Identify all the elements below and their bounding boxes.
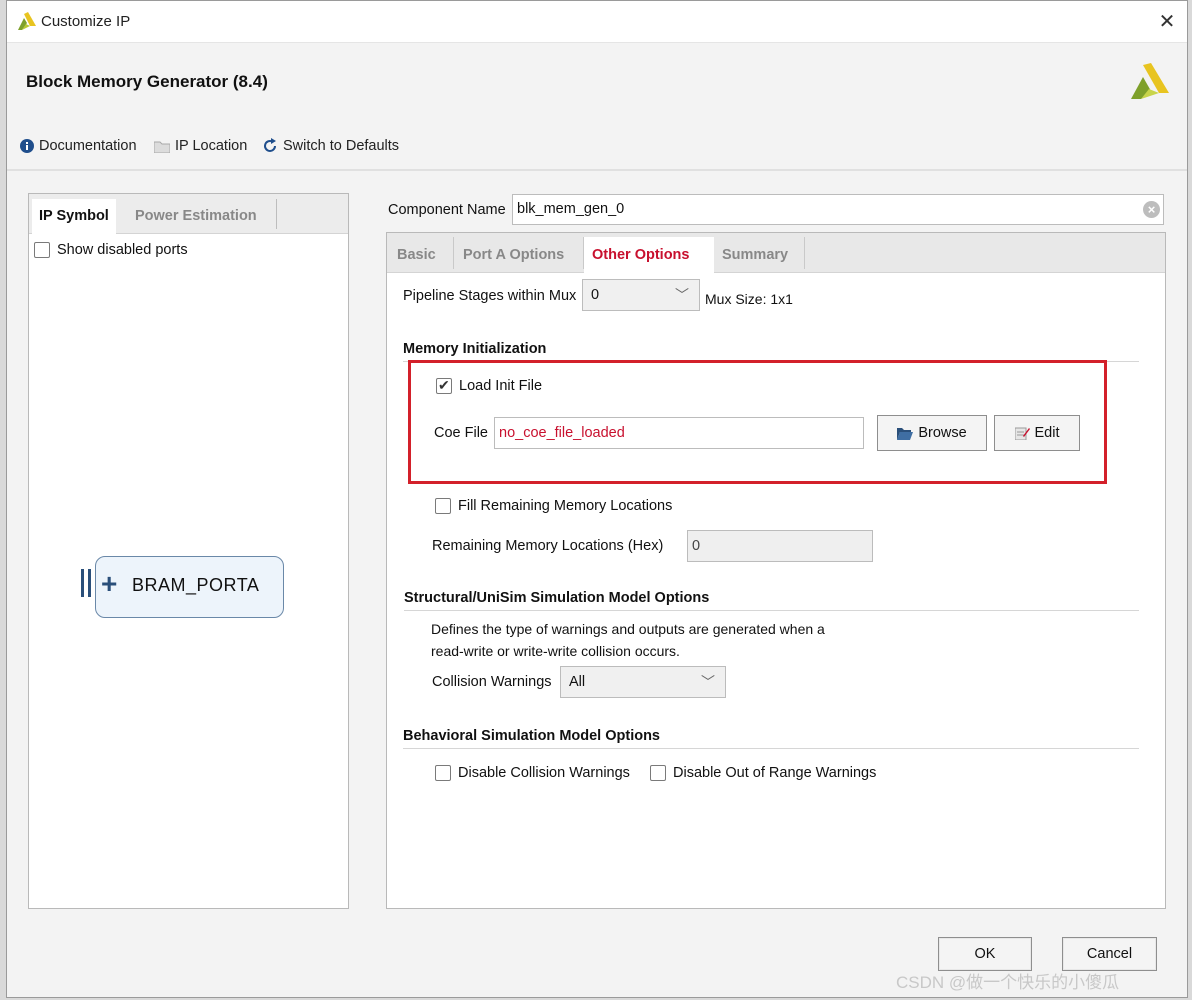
edit-button[interactable]: Edit [994,415,1080,451]
ip-location-label: IP Location [175,138,248,154]
tab-basic[interactable]: Basic [389,237,444,273]
close-icon[interactable]: ✕ [1154,9,1180,35]
tab-separator [804,237,805,269]
open-folder-icon [897,427,914,440]
memory-initialization-title: Memory Initialization [403,341,547,357]
pipeline-stages-select[interactable]: 0 ﹀ [582,279,700,311]
port-connector-icon [81,569,91,597]
options-tab-bar: Basic Port A Options Other Options Summa… [387,233,1165,273]
coe-file-input[interactable]: no_coe_file_loaded [494,417,864,449]
remaining-memory-label: Remaining Memory Locations (Hex) [432,538,664,554]
edit-document-icon [1014,427,1030,440]
show-disabled-ports-option[interactable]: Show disabled ports [34,242,188,258]
bram-porta-label: BRAM_PORTA [132,575,260,595]
ok-button[interactable]: OK [938,937,1032,971]
behavioral-simulation-title: Behavioral Simulation Model Options [403,728,660,744]
disable-collision-option[interactable]: Disable Collision Warnings [435,765,630,781]
load-init-file-option[interactable]: Load Init File [436,377,543,394]
bram-porta-port[interactable]: + BRAM_PORTA [95,556,284,618]
remaining-memory-input[interactable]: 0 [687,530,873,562]
switch-to-defaults-button[interactable]: Switch to Defaults [262,137,399,155]
info-icon [20,139,34,153]
load-init-file-label: Load Init File [459,378,543,394]
tab-power-estimation[interactable]: Power Estimation [128,199,264,234]
component-name-input[interactable]: blk_mem_gen_0 [512,194,1164,225]
expand-plus-icon[interactable]: + [101,569,117,599]
fill-remaining-checkbox[interactable] [435,498,451,514]
tab-port-a-options[interactable]: Port A Options [455,237,572,273]
mux-size-text: Mux Size: 1x1 [705,291,793,307]
title-bar: Customize IP ✕ [7,1,1187,43]
edit-label: Edit [1034,425,1060,441]
component-name-label: Component Name [388,202,506,218]
disable-out-of-range-checkbox[interactable] [650,765,666,781]
show-disabled-ports-checkbox[interactable] [34,242,50,258]
pipeline-stages-label: Pipeline Stages within Mux [403,288,577,304]
browse-label: Browse [918,425,967,441]
pipeline-stages-value: 0 [591,287,600,303]
tab-other-options[interactable]: Other Options [584,237,714,273]
left-tab-bar: IP Symbol Power Estimation [29,194,348,234]
folder-icon [154,141,170,153]
disable-out-of-range-option[interactable]: Disable Out of Range Warnings [650,765,876,781]
tab-summary[interactable]: Summary [714,237,796,273]
disable-out-of-range-label: Disable Out of Range Warnings [673,765,877,781]
collision-warnings-select[interactable]: All ﹀ [560,666,726,698]
window-title: Customize IP [41,13,131,30]
section-divider [403,748,1139,749]
chevron-down-icon: ﹀ [701,674,715,690]
xilinx-brand-logo-icon [1131,63,1169,99]
collision-warnings-value: All [569,674,586,690]
disable-collision-label: Disable Collision Warnings [458,765,630,781]
options-panel: Basic Port A Options Other Options Summa… [386,232,1166,909]
tab-separator [453,237,454,269]
fill-remaining-label: Fill Remaining Memory Locations [458,498,673,514]
toolbar-divider [7,169,1187,171]
customize-ip-dialog: Customize IP ✕ Block Memory Generator (8… [6,0,1188,998]
coe-file-label: Coe File [434,425,488,441]
ip-location-button[interactable]: IP Location [154,137,247,155]
structural-description-line-2: read-write or write-write collision occu… [431,643,680,659]
ok-label: OK [974,946,996,962]
vivado-logo-icon [18,12,36,30]
load-init-file-checkbox[interactable] [436,377,452,394]
ip-symbol-panel: IP Symbol Power Estimation Show disabled… [28,193,349,909]
switch-to-defaults-label: Switch to Defaults [283,138,400,154]
disable-collision-checkbox[interactable] [435,765,451,781]
tab-ip-symbol[interactable]: IP Symbol [32,199,116,234]
show-disabled-ports-label: Show disabled ports [57,242,188,258]
documentation-label: Documentation [39,138,137,154]
tab-separator [276,199,277,229]
cancel-label: Cancel [1086,946,1133,962]
cancel-button[interactable]: Cancel [1062,937,1157,971]
watermark-text: CSDN @做一个快乐的小傻瓜 [896,973,1120,992]
page-title: Block Memory Generator (8.4) [26,72,268,91]
collision-warnings-label: Collision Warnings [432,674,552,690]
clear-icon[interactable]: × [1143,201,1160,218]
browse-button[interactable]: Browse [877,415,987,451]
fill-remaining-option[interactable]: Fill Remaining Memory Locations [435,498,672,514]
structural-description-line-1: Defines the type of warnings and outputs… [431,621,825,637]
chevron-down-icon: ﹀ [675,287,689,303]
structural-simulation-title: Structural/UniSim Simulation Model Optio… [404,590,710,606]
section-divider [404,610,1139,611]
documentation-button[interactable]: Documentation [20,137,137,155]
refresh-icon [264,138,276,152]
